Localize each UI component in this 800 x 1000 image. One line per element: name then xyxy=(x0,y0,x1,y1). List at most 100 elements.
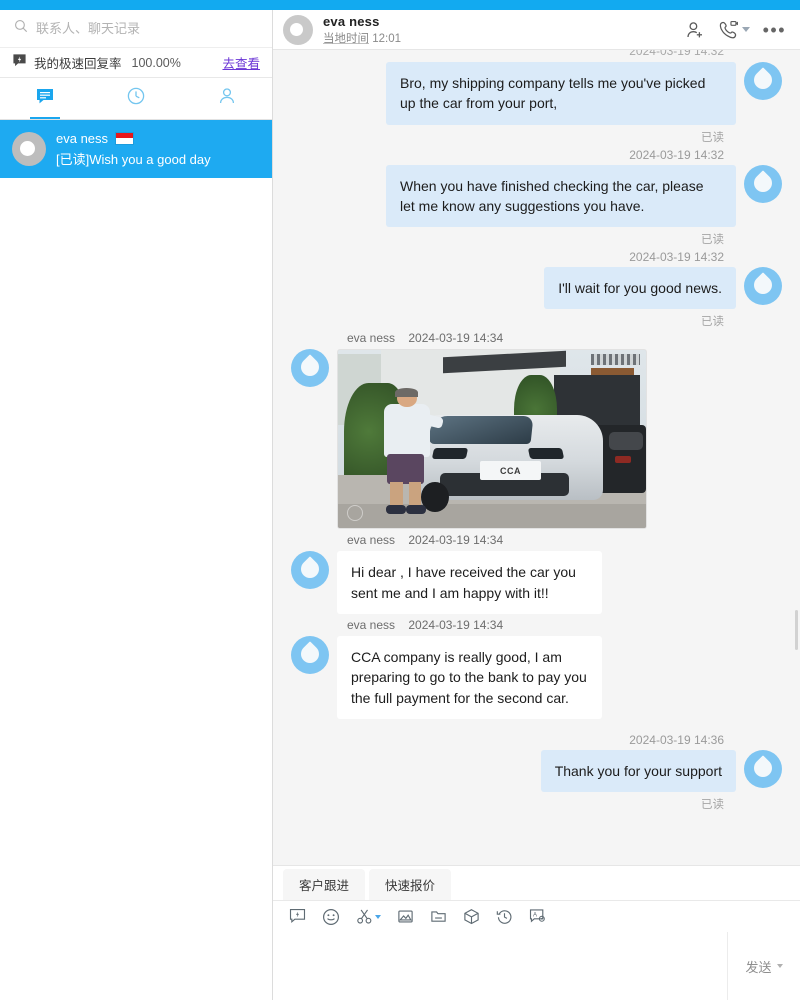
history-clock-icon[interactable] xyxy=(496,908,513,925)
search-input[interactable] xyxy=(36,21,258,36)
avatar xyxy=(744,749,782,788)
image-icon[interactable] xyxy=(397,908,414,925)
contact-name: eva ness xyxy=(323,13,380,29)
svg-text:A: A xyxy=(533,913,538,919)
avatar xyxy=(291,636,329,675)
timestamp: 2024-03-19 14:36 xyxy=(629,732,724,747)
message-row: Hi dear , I have received the car you se… xyxy=(291,551,782,615)
chat-header: eva ness 当地时间 12:01 ••• xyxy=(273,10,800,50)
scrollbar[interactable] xyxy=(795,610,798,650)
chat-bubble-icon xyxy=(35,86,55,111)
search-icon xyxy=(14,19,28,38)
list-item[interactable]: eva ness [已读]Wish you a good day xyxy=(0,120,272,178)
conversation-texts: eva ness [已读]Wish you a good day xyxy=(56,131,260,168)
tab-quick-quote[interactable]: 快速报价 xyxy=(369,869,452,900)
message-row: CCA xyxy=(291,349,782,530)
smiley-icon[interactable] xyxy=(322,908,340,926)
indonesia-flag-icon xyxy=(115,131,135,145)
sender-name: eva ness xyxy=(347,331,396,346)
phone-video-icon[interactable] xyxy=(718,20,750,39)
image-message[interactable]: CCA xyxy=(337,349,647,530)
tab-active-underline xyxy=(30,116,61,119)
read-receipt: 已读 xyxy=(701,234,724,247)
message-row: Bro, my shipping company tells me you've… xyxy=(291,62,782,125)
sidebar: 我的极速回复率 100.00% 去查看 xyxy=(0,10,273,1000)
main-body: 我的极速回复率 100.00% 去查看 xyxy=(0,10,800,1000)
conversation-name-row: eva ness xyxy=(56,131,260,146)
avatar xyxy=(291,551,329,590)
sender-name: eva ness xyxy=(347,533,396,548)
send-button[interactable]: 发送 xyxy=(728,932,800,1000)
box-3d-icon[interactable] xyxy=(463,908,480,925)
message-input[interactable] xyxy=(273,932,728,1000)
message-row: Thank you for your support xyxy=(291,749,782,793)
app-window: 我的极速回复率 100.00% 去查看 xyxy=(0,0,800,1000)
tab-history[interactable] xyxy=(91,78,182,119)
reply-rate-value: 100.00% xyxy=(131,55,181,70)
license-plate-text: CCA xyxy=(479,460,542,481)
message-bubble[interactable]: CCA company is really good, I am prepari… xyxy=(337,636,602,719)
timestamp: 2024-03-19 14:34 xyxy=(408,533,504,548)
message-bubble[interactable]: Hi dear , I have received the car you se… xyxy=(337,551,602,615)
avatar xyxy=(744,62,782,100)
title-bar xyxy=(0,0,800,10)
search-bar xyxy=(0,10,272,48)
conversation-name: eva ness xyxy=(56,130,109,146)
person-icon xyxy=(217,86,237,111)
tab-contacts[interactable] xyxy=(181,78,272,119)
avatar xyxy=(12,132,46,166)
conversation-preview: [已读]Wish you a good day xyxy=(56,151,211,167)
message-sender-line: eva ness 2024-03-19 14:34 xyxy=(291,531,782,551)
timestamp: 2024-03-19 14:32 xyxy=(629,250,724,265)
timestamp: 2024-03-19 14:34 xyxy=(408,331,504,346)
contact-meta: eva ness 当地时间 12:01 xyxy=(323,14,401,46)
composer: 客户跟进 快速报价 A 发送 xyxy=(273,865,800,1000)
more-dots-icon[interactable]: ••• xyxy=(763,21,786,39)
lightning-chat-icon xyxy=(12,53,27,73)
timestamp: 2024-03-19 14:34 xyxy=(408,618,504,633)
read-receipt: 已读 xyxy=(701,131,724,144)
scissors-icon[interactable] xyxy=(356,908,381,925)
message-bubble[interactable]: When you have finished checking the car,… xyxy=(386,164,736,228)
person-add-icon[interactable] xyxy=(685,20,705,40)
avatar xyxy=(744,164,782,203)
quick-reply-icon[interactable] xyxy=(289,908,306,925)
reply-rate-label: 我的极速回复率 xyxy=(34,57,122,71)
composer-toolbar: A xyxy=(273,900,800,932)
chevron-down-icon xyxy=(741,27,750,32)
input-area: 发送 xyxy=(273,932,800,1000)
message-list[interactable]: 2024-03-19 14:32 Bro, my shipping compan… xyxy=(273,50,800,865)
contact-avatar xyxy=(283,14,313,45)
message-row: When you have finished checking the car,… xyxy=(291,164,782,228)
sidebar-tabs xyxy=(0,78,272,120)
avatar xyxy=(291,349,329,388)
read-receipt: 已读 xyxy=(701,799,724,812)
folder-icon[interactable] xyxy=(430,908,447,925)
reply-rate-link[interactable]: 去查看 xyxy=(222,53,260,72)
tab-customer-followup[interactable]: 客户跟进 xyxy=(283,869,366,900)
message-row: CCA company is really good, I am prepari… xyxy=(291,636,782,719)
clock-icon xyxy=(126,86,146,111)
message-sender-line: eva ness 2024-03-19 14:34 xyxy=(291,616,782,636)
message-bubble[interactable]: Thank you for your support xyxy=(540,749,736,793)
chevron-down-icon xyxy=(375,914,381,919)
header-actions: ••• xyxy=(685,20,786,40)
local-time-label: 当地时间 xyxy=(323,32,369,45)
message-sender-line: eva ness 2024-03-19 14:34 xyxy=(291,329,782,349)
translate-icon[interactable]: A xyxy=(529,908,546,925)
timestamp: 2024-03-19 14:32 xyxy=(629,50,724,58)
avatar xyxy=(744,267,782,306)
send-button-label: 发送 xyxy=(745,959,772,975)
local-time-value: 12:01 xyxy=(372,32,401,45)
search-box[interactable] xyxy=(10,15,262,42)
sender-name: eva ness xyxy=(347,618,396,633)
message-bubble[interactable]: Bro, my shipping company tells me you've… xyxy=(386,62,736,125)
message-bubble[interactable]: I'll wait for you good news. xyxy=(544,267,736,310)
chevron-down-icon xyxy=(776,964,783,968)
timestamp: 2024-03-19 14:32 xyxy=(629,147,724,162)
read-receipt: 已读 xyxy=(701,316,724,329)
reply-rate-banner: 我的极速回复率 100.00% 去查看 xyxy=(0,48,272,78)
conversation-list: eva ness [已读]Wish you a good day xyxy=(0,120,272,1000)
tab-chat[interactable] xyxy=(0,78,91,119)
message-row: I'll wait for you good news. xyxy=(291,267,782,310)
